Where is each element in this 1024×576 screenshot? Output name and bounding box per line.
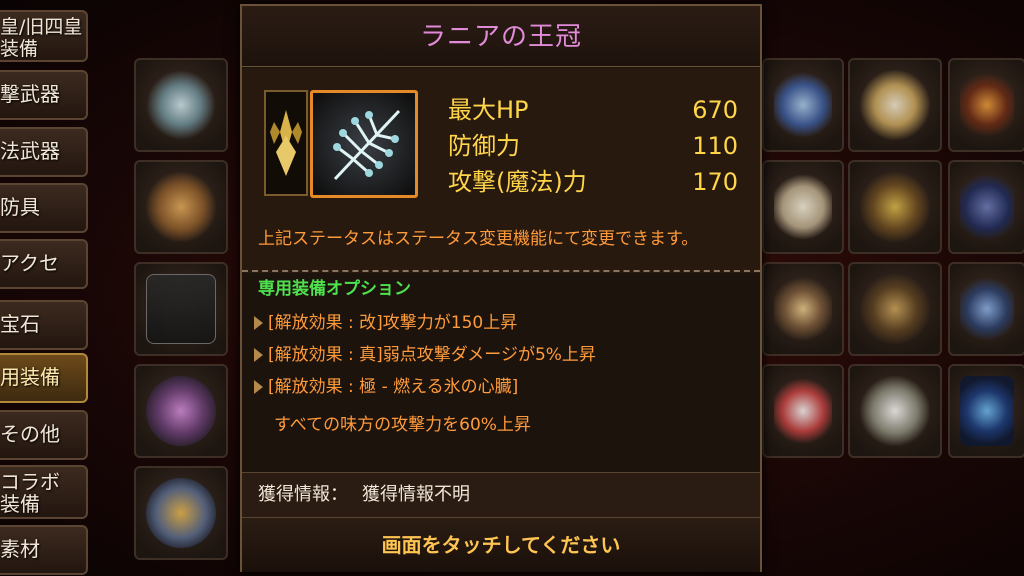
exclusive-options-header: 専用装備オプション [258, 279, 411, 299]
item-stats-panel: 最大HP 670 防御力 110 攻撃(魔法)力 170 上記ステータスはステー… [242, 68, 760, 273]
bullet-arrow-icon [254, 348, 263, 362]
acquisition-info: 獲得情報： 獲得情報不明 [242, 472, 760, 518]
category-tab-label: 素材 [0, 537, 40, 561]
option-row: [解放効果 : 極 - 燃える氷の心臓] [254, 374, 518, 400]
option-row: [解放効果 : 真]弱点攻撃ダメージが5%上昇 [254, 342, 596, 368]
item-slot[interactable] [134, 364, 228, 458]
option-sub-text: すべての味方の攻撃力を60%上昇 [274, 415, 531, 435]
category-tab-gem[interactable]: 宝石 [0, 300, 88, 350]
bullet-arrow-icon [254, 380, 263, 394]
category-tab-label: その他 [0, 422, 60, 446]
stat-row-max-hp: 最大HP 670 [448, 92, 738, 128]
item-slot[interactable] [134, 466, 228, 560]
item-slot[interactable] [762, 262, 844, 356]
item-slot[interactable] [134, 262, 228, 356]
stat-value: 670 [692, 96, 738, 124]
category-tab-exclusive-equipment[interactable]: 用装備 [0, 353, 88, 403]
item-slot[interactable] [848, 58, 942, 152]
option-text: [解放効果 : 改]攻撃力が150上昇 [268, 313, 518, 333]
item-slot[interactable] [948, 160, 1024, 254]
category-tab-label: 宝石 [0, 312, 40, 336]
item-slot[interactable] [762, 58, 844, 152]
option-text: [解放効果 : 極 - 燃える氷の心臓] [268, 377, 519, 397]
item-slot[interactable] [134, 58, 228, 152]
section-divider [242, 270, 760, 272]
category-tab-label: 防具 [0, 195, 40, 219]
item-slot[interactable] [848, 160, 942, 254]
ice-crown-icon [333, 109, 401, 181]
category-tab-other[interactable]: その他 [0, 410, 88, 460]
category-tab-accessory[interactable]: アクセ [0, 239, 88, 289]
stat-label: 最大HP [448, 96, 529, 124]
category-tab-magic-weapon[interactable]: 法武器 [0, 127, 88, 177]
category-tab-label: アクセ [0, 251, 59, 275]
option-text: [解放効果 : 真]弱点攻撃ダメージが5%上昇 [268, 345, 596, 365]
item-slot[interactable] [762, 160, 844, 254]
item-slot[interactable] [948, 262, 1024, 356]
option-row: [解放効果 : 改]攻撃力が150上昇 [254, 310, 517, 336]
item-slot[interactable] [848, 364, 942, 458]
category-tab-armor[interactable]: 防具 [0, 183, 88, 233]
acquisition-label: 獲得情報： [258, 484, 348, 505]
stat-value: 110 [692, 132, 738, 160]
category-tab-label: コラボ 装備 [0, 470, 60, 516]
category-tab-material[interactable]: 素材 [0, 525, 88, 575]
item-detail-modal[interactable]: ラニアの王冠 最大HP 670 防御力 110 攻撃(魔法)力 170 上記ステ… [240, 4, 762, 572]
stat-label: 防御力 [448, 132, 520, 160]
category-tab-physical-weapon[interactable]: 撃武器 [0, 70, 88, 120]
acquisition-value: 獲得情報不明 [362, 484, 470, 505]
item-name-title: ラニアの王冠 [242, 6, 760, 67]
category-tab-label: 用装備 [0, 365, 60, 389]
stat-label: 攻撃(魔法)力 [448, 168, 587, 196]
category-tab-label: 法武器 [0, 139, 60, 163]
category-tab-label: 皇/旧四皇 装備 [0, 16, 83, 60]
item-slot[interactable] [948, 364, 1024, 458]
stat-value: 170 [692, 168, 738, 196]
bullet-arrow-icon [254, 316, 263, 330]
item-slot[interactable] [848, 262, 942, 356]
item-slot[interactable] [762, 364, 844, 458]
stat-row-defense: 防御力 110 [448, 128, 738, 164]
category-tab-collab-equipment[interactable]: コラボ 装備 [0, 465, 88, 519]
rank-badge-icon [264, 90, 308, 196]
touch-to-close-prompt[interactable]: 画面をタッチしてください [242, 518, 760, 572]
category-tab-emperor-equipment[interactable]: 皇/旧四皇 装備 [0, 10, 88, 62]
item-slot[interactable] [948, 58, 1024, 152]
item-icon-frame [310, 90, 418, 198]
category-tab-label: 撃武器 [0, 82, 60, 106]
stat-row-attack-magic: 攻撃(魔法)力 170 [448, 164, 738, 200]
status-change-note: 上記ステータスはステータス変更機能にて変更できます。 [258, 229, 699, 249]
item-slot[interactable] [134, 160, 228, 254]
